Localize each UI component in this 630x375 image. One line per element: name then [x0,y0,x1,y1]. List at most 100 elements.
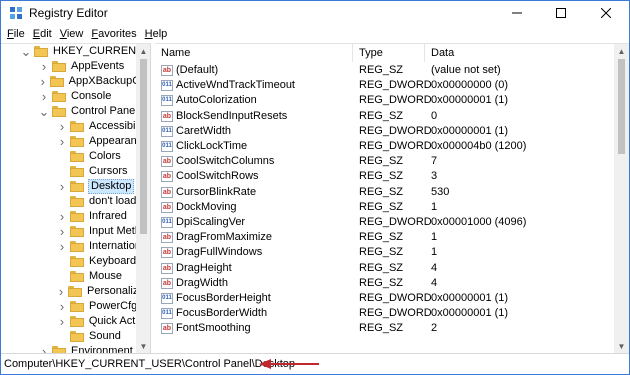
tree-node[interactable]: › Accessibility [1,119,150,134]
value-row[interactable]: 011 FocusBorderWidth REG_DWORD 0x00000001 (… [155,306,614,321]
value-type: REG_SZ [359,231,404,244]
chevron-right-icon[interactable]: › [39,74,47,89]
title-bar[interactable]: Registry Editor [1,1,629,25]
menu-view[interactable]: View [58,28,90,40]
value-row[interactable]: ab FontSmoothing REG_SZ 2 [155,321,614,336]
chevron-right-icon[interactable]: › [57,224,67,239]
folder-icon [70,166,84,177]
chevron-right-icon[interactable]: › [57,179,67,194]
chevron-right-icon[interactable]: › [57,314,67,329]
value-data: 0x00000001 (1) [431,94,509,107]
chevron-right-icon[interactable]: › [57,239,67,254]
binary-value-icon: 011 [161,80,173,92]
string-value-icon: ab [161,186,173,198]
close-button[interactable] [584,1,628,25]
chevron-right-icon[interactable]: › [39,59,49,74]
tree-node[interactable]: don't load [1,194,150,209]
value-type: REG_SZ [359,276,404,289]
value-data: 3 [431,170,438,183]
values-scrollbar[interactable]: ▲ ▼ [614,44,629,353]
value-row[interactable]: ab CoolSwitchRows REG_SZ 3 [155,169,614,184]
minimize-button[interactable] [495,1,539,25]
chevron-right-icon[interactable]: › [39,344,49,353]
scroll-down-icon[interactable]: ▼ [136,339,150,353]
scroll-up-icon[interactable]: ▲ [136,44,150,59]
menu-file[interactable]: File [5,28,31,40]
tree-node[interactable]: Keyboard [1,254,150,269]
tree-scrollbar[interactable]: ▲ ▼ [136,44,150,353]
value-row[interactable]: ab DragFullWindows REG_SZ 1 [155,245,614,260]
string-value-icon: ab [161,247,173,259]
chevron-right-icon[interactable]: › [57,119,67,134]
tree-node[interactable]: Colors [1,149,150,164]
tree-node[interactable]: Cursors [1,164,150,179]
menu-edit[interactable]: Edit [31,28,58,40]
value-type: REG_DWORD [359,292,432,304]
tree-node[interactable]: ⌄HKEY_CURRENT_US [1,44,150,59]
column-header-data[interactable]: Data [425,44,615,62]
tree-node[interactable]: Mouse [1,269,150,284]
tree-node[interactable]: › Desktop [1,179,150,194]
value-row[interactable]: ab DragWidth REG_SZ 4 [155,276,614,291]
tree-node[interactable]: › Console [1,89,150,104]
chevron-right-icon[interactable]: › [57,284,65,299]
value-row[interactable]: ab DragFromMaximize REG_SZ 1 [155,230,614,245]
tree-node[interactable]: › AppEvents [1,59,150,74]
value-row[interactable]: ab BlockSendInputResets REG_SZ 0 [155,109,614,124]
tree-node[interactable]: › Appearance [1,134,150,149]
value-row[interactable]: 011 CaretWidth REG_DWORD 0x00000001 (1) [155,124,614,139]
value-row[interactable]: ab CursorBlinkRate REG_SZ 530 [155,185,614,200]
binary-value-icon: 011 [161,141,173,152]
tree-node[interactable]: Sound [1,329,150,344]
values-list[interactable]: Name Type Data ▲ ▼ ab (Default) REG_SZ (val… [155,43,629,353]
tree-node-label: Environment [71,345,133,353]
tree-node[interactable]: › Environment [1,344,150,353]
menu-favorites[interactable]: Favorites [89,28,142,40]
value-row[interactable]: 011 ActiveWndTrackTimeout REG_DWORD 0x00000… [155,78,614,93]
value-name: CoolSwitchRows [176,170,259,183]
chevron-right-icon[interactable]: › [57,209,67,224]
value-data: 0x00001000 (4096) [431,216,527,228]
column-header-type[interactable]: Type [353,44,425,62]
chevron-right-icon[interactable]: › [57,299,67,314]
value-row[interactable]: 011 FocusBorderHeight REG_DWORD 0x00000001 … [155,291,614,306]
tree-node[interactable]: › Infrared [1,209,150,224]
value-row[interactable]: ab DockMoving REG_SZ 1 [155,200,614,215]
value-type: REG_DWORD [359,140,432,152]
scroll-down-icon[interactable]: ▼ [614,339,629,353]
menu-help[interactable]: Help [143,28,174,40]
values-scroll-thumb[interactable] [618,59,625,154]
value-row[interactable]: ab (Default) REG_SZ (value not set) [155,63,614,78]
tree-node[interactable]: › International [1,239,150,254]
chevron-down-icon[interactable]: ⌄ [21,44,32,59]
value-row[interactable]: ab DragHeight REG_SZ 4 [155,261,614,276]
tree-node-label: Console [71,90,112,102]
chevron-down-icon[interactable]: ⌄ [39,104,50,119]
value-row[interactable]: ab CoolSwitchColumns REG_SZ 7 [155,154,614,169]
tree-node[interactable]: › Quick Action [1,314,150,329]
chevron-right-icon[interactable]: › [39,89,49,104]
folder-icon [70,151,84,162]
maximize-button[interactable] [539,1,583,25]
folder-icon [70,241,84,252]
tree-node[interactable]: ⌄ Control Panel [1,104,150,119]
value-row[interactable]: 011 AutoColorization REG_DWORD 0x00000001 (… [155,93,614,108]
tree-node[interactable]: › AppXBackupCor [1,74,150,89]
scroll-up-icon[interactable]: ▲ [614,44,629,59]
tree-node[interactable]: › Personalizati [1,284,150,299]
value-row[interactable]: 011 DpiScalingVer REG_DWORD 0x00001000 (409… [155,215,614,230]
tree-scroll-thumb[interactable] [140,59,147,234]
string-value-icon: ab [161,201,173,213]
value-name: DragFromMaximize [176,231,272,244]
tree-node[interactable]: › Input Metho [1,224,150,239]
tree-node[interactable]: › PowerCfg [1,299,150,314]
annotation-arrow-icon [259,359,319,369]
value-row[interactable]: 011 ClickLockTime REG_DWORD 0x000004b0 (120… [155,139,614,154]
chevron-right-icon[interactable]: › [57,134,67,149]
registry-tree[interactable]: › Environment Sound › Quick Action › PowerCfg ›… [1,43,151,353]
column-header-name[interactable]: Name [155,44,353,62]
string-value-icon: ab [161,232,173,244]
